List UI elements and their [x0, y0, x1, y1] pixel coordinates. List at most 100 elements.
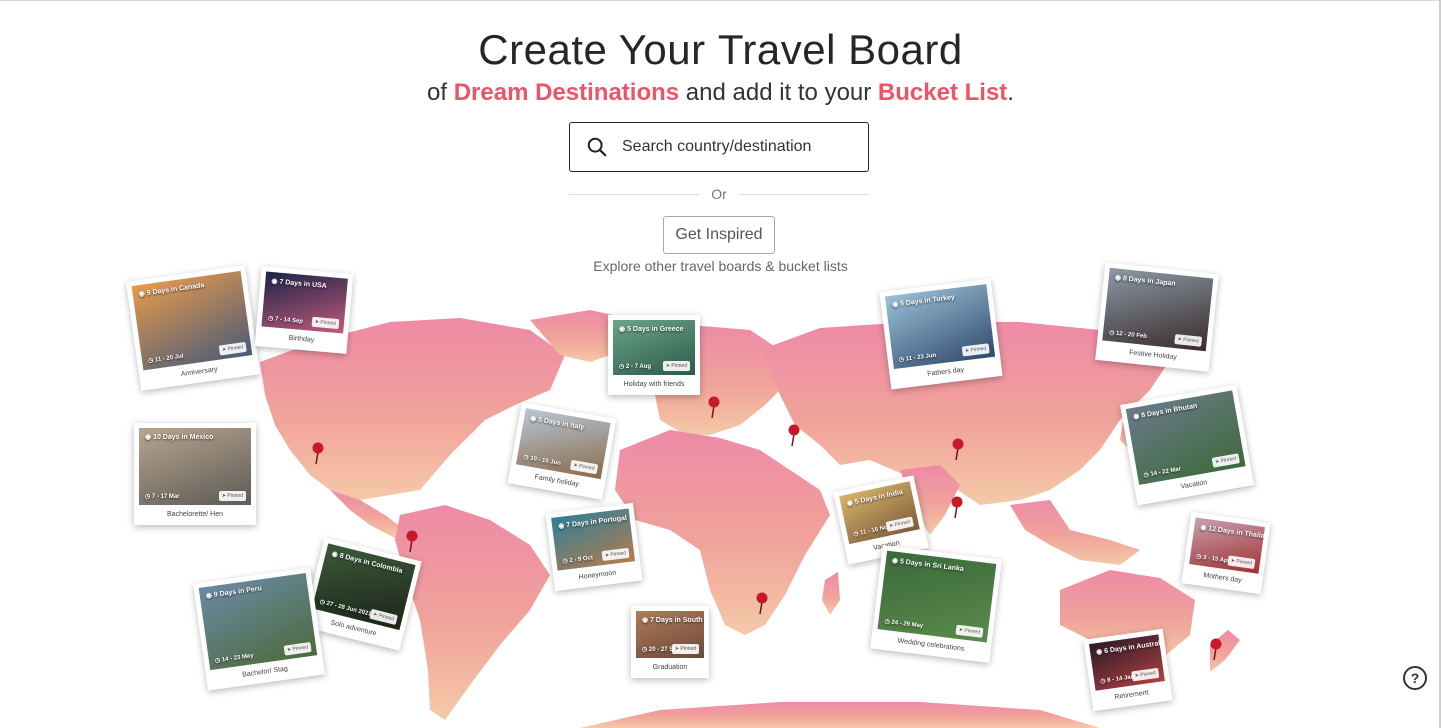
- card-dates: ◷ 12 - 20 Feb: [1109, 329, 1147, 340]
- pinned-badge: ➤ Pinned: [218, 341, 247, 356]
- card-title: ◉ 8 Days in Colombia: [331, 550, 403, 575]
- travel-board-card[interactable]: ◉ 7 Days in Portugal ◷ 2 - 9 Oct ➤ Pinned H…: [545, 502, 643, 592]
- travel-board-card[interactable]: ◉ 5 Days in Italy ◷ 10 - 15 Jun ➤ Pinned Fa…: [507, 402, 617, 500]
- card-photo: ◉ 9 Days in Canada ◷ 11 - 20 Jul ➤ Pinned: [131, 270, 253, 371]
- title-prefix: Create Your: [478, 26, 718, 73]
- card-date-text: 14 - 22 Mar: [1150, 466, 1182, 478]
- travel-board-card[interactable]: ◉ 5 Days in Turkey ◷ 11 - 23 Jun ➤ Pinned F…: [879, 278, 1003, 390]
- map-antarctica: [580, 702, 1100, 728]
- card-title: ◉ 12 Days in Thailand: [1200, 523, 1265, 541]
- clock-icon: ◷: [1108, 330, 1115, 337]
- map-new-zealand: [1210, 630, 1240, 672]
- card-title: ◉ 9 Days in Peru: [205, 584, 262, 600]
- pinned-badge: ➤ Pinned: [369, 608, 398, 626]
- help-button[interactable]: ?: [1403, 666, 1427, 690]
- card-date-text: 12 - 20 Feb: [1115, 330, 1148, 341]
- pinned-badge: ➤ Pinned: [671, 644, 699, 654]
- travel-board-card[interactable]: ◉ 8 Days in Bhutan ◷ 14 - 22 Mar ➤ Pinned V…: [1120, 384, 1254, 506]
- page-title: Create Your Travel Board: [0, 26, 1441, 74]
- card-title: ◉ 7 Days in Portugal: [557, 514, 628, 531]
- card-title-text: 8 Days in Japan: [1122, 275, 1176, 288]
- pinned-label: Pinned: [320, 319, 337, 327]
- card-title-text: 5 Days in Italy: [537, 416, 585, 432]
- card-dates: ◷ 14 - 23 May: [215, 652, 254, 664]
- get-inspired-button[interactable]: Get Inspired: [663, 216, 775, 254]
- subtitle-accent-dream: Dream Destinations: [453, 79, 680, 106]
- card-photo: ◉ 7 Days in South Africa◷ 20 - 27 Sep➤ P…: [636, 611, 704, 658]
- pinned-badge: ➤ Pinned: [601, 547, 630, 562]
- travel-board-card[interactable]: ◉ 5 Days in Sri Lanka ◷ 24 - 29 May ➤ Pinn…: [870, 545, 1002, 663]
- pinned-badge: ➤ Pinned: [1131, 667, 1160, 682]
- travel-board-card[interactable]: ◉ 9 Days in Canada ◷ 11 - 20 Jul ➤ Pinned A…: [125, 265, 261, 391]
- card-title-text: 5 Days in Sri Lanka: [899, 558, 965, 574]
- pushpin-icon: ➤: [1134, 672, 1140, 680]
- travel-board-card[interactable]: ◉ 7 Days in USA ◷ 7 - 14 Sep ➤ Pinned Birth…: [254, 266, 354, 354]
- card-title: ◉ 10 Days in Mexico: [145, 433, 213, 441]
- travel-board-card[interactable]: ◉ 8 Days in Japan ◷ 12 - 20 Feb ➤ Pinned Fe…: [1095, 262, 1219, 372]
- card-dates: ◷ 7 - 17 Mar: [145, 493, 180, 500]
- pushpin-icon: ➤: [221, 346, 227, 354]
- location-pin-icon: ◉: [529, 415, 537, 423]
- card-dates: ◷ 10 - 15 Jun: [523, 453, 562, 466]
- map-africa: [615, 430, 830, 635]
- location-pin-icon: ◉: [642, 617, 649, 624]
- search-input[interactable]: [622, 138, 852, 156]
- card-title-text: 12 Days in Thailand: [1207, 525, 1265, 542]
- card-title: ◉ 7 Days in South Africa: [642, 616, 704, 624]
- travel-board-card[interactable]: ◉ 9 Days in Peru ◷ 14 - 23 May ➤ Pinned Bac…: [193, 567, 325, 691]
- card-title-text: 5 Days in India: [854, 488, 904, 506]
- clock-icon: ◷: [619, 364, 625, 370]
- pinned-badge: ➤ Pinned: [569, 459, 599, 475]
- pinned-label: Pinned: [292, 644, 309, 653]
- pinned-label: Pinned: [377, 612, 395, 623]
- card-title: ◉ 8 Days in Japan: [1114, 273, 1175, 287]
- travel-board-card[interactable]: ◉ 6 Days in Australia ◷ 8 - 14 Jan ➤ Pinne…: [1083, 628, 1173, 712]
- divider-line: [738, 193, 869, 195]
- card-title-text: 7 Days in Portugal: [565, 514, 628, 530]
- card-photo: ◉ 5 Days in Turkey ◷ 11 - 23 Jun ➤ Pinned: [885, 284, 996, 369]
- clock-icon: ◷: [147, 357, 154, 365]
- travel-board-card[interactable]: ◉ 10 Days in Mexico ◷ 7 - 17 Mar ➤ Pinned B…: [134, 423, 256, 525]
- pinned-label: Pinned: [964, 627, 981, 636]
- location-pin-icon: ◉: [557, 522, 565, 531]
- pushpin-icon: ➤: [1177, 336, 1183, 343]
- card-date-text: 11 - 20 Jul: [154, 353, 184, 364]
- location-pin-icon: ◉: [1199, 524, 1207, 532]
- pinned-label: Pinned: [227, 344, 244, 353]
- clock-icon: ◷: [562, 558, 569, 565]
- travel-board-card[interactable]: ◉ 12 Days in Thailand ◷ 3 - 15 Apr ➤ Pinne…: [1181, 511, 1271, 595]
- card-caption: Holiday with friends: [623, 381, 685, 388]
- card-title-text: 8 Days in Colombia: [338, 552, 404, 575]
- card-date-text: 10 - 15 Jun: [529, 455, 562, 467]
- map-pushpin-icon: [788, 424, 800, 447]
- pinned-label: Pinned: [970, 345, 987, 354]
- pinned-badge: ➤ Pinned: [311, 316, 340, 330]
- clock-icon: ◷: [145, 494, 151, 500]
- or-label: Or: [711, 186, 727, 202]
- card-dates: ◷ 8 - 14 Jan: [1100, 673, 1135, 685]
- location-pin-icon: ◉: [619, 326, 626, 333]
- card-title: ◉ 8 Days in Bhutan: [1133, 402, 1198, 421]
- map-pushpin-icon: [951, 496, 963, 519]
- card-date-text: 7 - 17 Mar: [151, 494, 180, 500]
- clock-icon: ◷: [884, 618, 891, 626]
- subtitle-accent-bucket: Bucket List: [877, 79, 1008, 106]
- subtitle-part: and add it to your: [679, 79, 878, 106]
- pinned-label: Pinned: [1182, 336, 1199, 345]
- pushpin-icon: ➤: [665, 363, 671, 369]
- map-madagascar: [822, 572, 840, 615]
- travel-board-card[interactable]: ◉ 7 Days in South Africa◷ 20 - 27 Sep➤ P…: [631, 606, 709, 678]
- card-title: ◉ 5 Days in Turkey: [892, 293, 956, 309]
- location-pin-icon: ◉: [205, 592, 213, 601]
- search-box[interactable]: [569, 122, 869, 172]
- card-dates: ◷ 3 - 15 Apr: [1196, 553, 1231, 565]
- travel-board-card[interactable]: ◉ 5 Days in Greece ◷ 2 - 7 Aug ➤ Pinned Hol…: [608, 315, 700, 395]
- pinned-badge: ➤ Pinned: [283, 641, 312, 656]
- map-south-america: [395, 505, 550, 720]
- card-photo: ◉ 5 Days in Greece ◷ 2 - 7 Aug ➤ Pinned: [613, 320, 695, 375]
- divider-line: [569, 193, 700, 195]
- pushpin-icon: ➤: [674, 646, 680, 652]
- card-caption: Graduation: [652, 664, 688, 671]
- card-title: ◉ 6 Days in Australia: [1096, 638, 1165, 656]
- pinned-badge: ➤ Pinned: [218, 491, 246, 501]
